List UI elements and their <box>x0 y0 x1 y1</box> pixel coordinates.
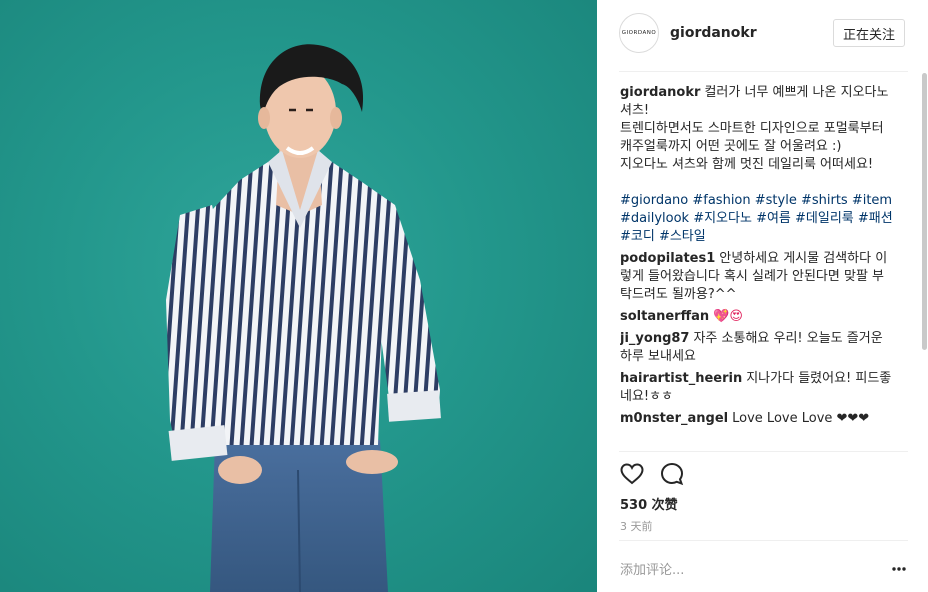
comment-input-divider <box>619 540 908 541</box>
comment-username[interactable]: hairartist_heerin <box>620 371 742 386</box>
heart-outline-icon[interactable] <box>619 461 645 487</box>
comment-item: hairartist_heerin 지나가다 들렸어요! 피드좋네요!ㅎㅎ <box>620 370 894 406</box>
avatar[interactable]: GIORDANO <box>619 13 659 53</box>
comment-username[interactable]: podopilates1 <box>620 251 715 266</box>
post-side-panel: GIORDANO giordanokr 正在关注 giordanokr 컬러가 너… <box>597 0 928 592</box>
following-button[interactable]: 正在关注 <box>833 19 905 47</box>
caption-line-2: 트렌디하면서도 스마트한 디자인으로 포멀룩부터 캐주얼룩까지 어떤 곳에도 잘… <box>620 121 884 154</box>
caption-line-3: 지오다노 셔츠와 함께 멋진 데일리룩 어떠세요! <box>620 157 874 172</box>
avatar-logo-text: GIORDANO <box>621 30 657 36</box>
comment-username[interactable]: soltanerffan <box>620 309 709 324</box>
header-username[interactable]: giordanokr <box>670 25 757 41</box>
more-options-icon[interactable] <box>892 566 906 572</box>
caption-username[interactable]: giordanokr <box>620 85 700 100</box>
likes-count[interactable]: 530 次赞 <box>620 494 678 513</box>
comment-item: podopilates1 안녕하세요 게시물 검색하다 이렇게 들어왔습니다 혹시… <box>620 250 894 304</box>
comment-username[interactable]: m0nster_angel <box>620 411 728 426</box>
comment-item: m0nster_angel Love Love Love ❤❤❤ <box>620 410 894 428</box>
comment-username[interactable]: ji_yong87 <box>620 331 689 346</box>
comments-list: giordanokr 컬러가 너무 예쁘게 나온 지오다노 셔츠! 트렌디하면서도… <box>620 84 894 449</box>
instagram-post-view: GIORDANO giordanokr 正在关注 giordanokr 컬러가 너… <box>0 0 928 592</box>
comment-text: Love Love Love ❤❤❤ <box>732 411 870 426</box>
post-header: GIORDANO giordanokr 正在关注 <box>597 0 928 70</box>
post-timestamp[interactable]: 3 天前 <box>620 518 653 534</box>
caption: giordanokr 컬러가 너무 예쁘게 나온 지오다노 셔츠! 트렌디하면서도… <box>620 84 894 246</box>
comment-text: 💖😍 <box>713 309 743 324</box>
caption-hashtags[interactable]: #giordano #fashion #style #shirts #item … <box>620 192 894 246</box>
header-divider <box>619 71 908 72</box>
comment-item: soltanerffan 💖😍 <box>620 308 894 326</box>
comment-item: ji_yong87 자주 소통해요 우리! 오늘도 즐거운 하루 보내세요 <box>620 330 894 366</box>
actions-divider <box>619 451 908 452</box>
comments-scrollbar[interactable] <box>922 73 927 350</box>
model-illustration <box>166 44 441 592</box>
comment-bubble-icon[interactable] <box>659 461 685 487</box>
add-comment-input[interactable]: 添加评论... <box>620 559 684 578</box>
post-photo[interactable] <box>0 0 597 592</box>
